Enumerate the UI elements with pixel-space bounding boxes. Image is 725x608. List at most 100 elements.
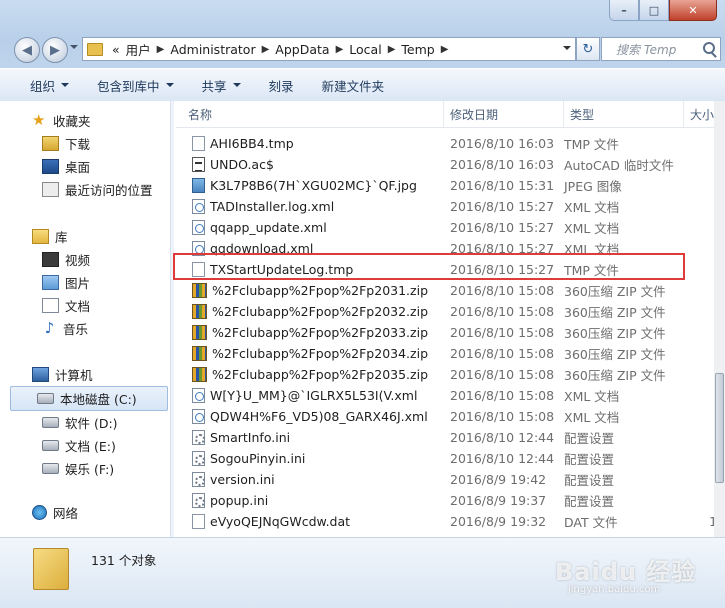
file-type: 配置设置 [564, 494, 615, 509]
nav-favorites[interactable]: ★ 收藏夹 [10, 109, 168, 132]
nav-item-downloads[interactable]: 下载 [10, 132, 168, 155]
file-name-cell: SogouPinyin.ini [176, 451, 444, 466]
file-date: 2016/8/9 19:32 [450, 514, 547, 529]
file-row[interactable]: K3L7P8B6(7H`XGU02MC}`QF.jpg 2016/8/10 15:… [176, 175, 725, 196]
nav-computer-label: 计算机 [55, 368, 93, 383]
file-date: 2016/8/10 15:08 [450, 325, 555, 340]
network-group: 网络 [10, 501, 168, 524]
scrollbar-thumb[interactable] [715, 373, 724, 483]
nav-item-music[interactable]: ♪ 音乐 [10, 317, 168, 340]
file-row[interactable]: %2Fclubapp%2Fpop%2Fp2034.zip 2016/8/10 15… [176, 343, 725, 364]
breadcrumb-users[interactable]: 用户 [123, 40, 154, 59]
file-row[interactable]: AHI6BB4.tmp 2016/8/10 16:03 TMP 文件 [176, 133, 725, 154]
file-row[interactable]: SmartInfo.ini 2016/8/10 12:44 配置设置 [176, 427, 725, 448]
breadcrumb-separator-icon[interactable]: ▶ [333, 44, 347, 55]
star-icon: ★ [32, 111, 46, 129]
address-history-dropdown[interactable] [563, 46, 571, 50]
file-type: 配置设置 [564, 473, 615, 488]
nav-item-documents[interactable]: 文档 [10, 294, 168, 317]
xml-file-icon [192, 388, 205, 403]
ini-file-icon [192, 430, 205, 445]
file-row[interactable]: UNDO.ac$ 2016/8/10 16:03 AutoCAD 临时文件 [176, 154, 725, 175]
organize-menu[interactable]: 组织 [0, 76, 83, 95]
documents-icon [42, 298, 59, 313]
nav-item-videos[interactable]: 视频 [10, 248, 168, 271]
file-date: 2016/8/9 19:37 [450, 493, 547, 508]
file-row[interactable]: version.ini 2016/8/9 19:42 配置设置 [176, 469, 725, 490]
nav-item-pictures[interactable]: 图片 [10, 271, 168, 294]
include-in-library-menu[interactable]: 包含到库中 [83, 76, 188, 95]
file-row[interactable]: %2Fclubapp%2Fpop%2Fp2032.zip 2016/8/10 15… [176, 301, 725, 322]
search-input[interactable]: 搜索 Temp [601, 37, 721, 61]
close-button[interactable]: ✕ [669, 0, 717, 21]
explorer-window: – □ ✕ ◀ ▶ « 用户 ▶ Administrator ▶ AppData… [0, 0, 725, 608]
computer-icon [32, 367, 49, 382]
file-row[interactable]: %2Fclubapp%2Fpop%2Fp2031.zip 2016/8/10 15… [176, 280, 725, 301]
burn-button[interactable]: 刻录 [255, 76, 308, 95]
zip-file-icon [192, 325, 207, 340]
share-label: 共享 [201, 78, 227, 94]
recent-pages-dropdown[interactable] [70, 45, 78, 49]
column-header-name[interactable]: 名称 [176, 101, 444, 127]
zip-file-icon [192, 304, 207, 319]
nav-item-label: 娱乐 (F:) [65, 462, 115, 477]
file-row[interactable]: popup.ini 2016/8/9 19:37 配置设置 [176, 490, 725, 511]
nav-libraries[interactable]: 库 [10, 225, 168, 248]
file-row[interactable]: qqapp_update.xml 2016/8/10 15:27 XML 文档 [176, 217, 725, 238]
file-row[interactable]: TADInstaller.log.xml 2016/8/10 15:27 XML 文… [176, 196, 725, 217]
file-name-cell: QDW4H%F6_VD5)08_GARX46J.xml [176, 409, 444, 424]
breadcrumb-local[interactable]: Local [346, 42, 384, 57]
file-type: TMP 文件 [564, 137, 619, 152]
nav-item-drive-c[interactable]: 本地磁盘 (C:) [10, 386, 168, 411]
file-row[interactable]: QDW4H%F6_VD5)08_GARX46J.xml 2016/8/10 15:… [176, 406, 725, 427]
breadcrumb-separator-icon[interactable]: ▶ [259, 44, 273, 55]
file-name-cell: K3L7P8B6(7H`XGU02MC}`QF.jpg [176, 178, 444, 193]
file-row[interactable]: %2Fclubapp%2Fpop%2Fp2035.zip 2016/8/10 15… [176, 364, 725, 385]
column-header-type[interactable]: 类型 [564, 101, 684, 127]
address-bar[interactable]: « 用户 ▶ Administrator ▶ AppData ▶ Local ▶… [82, 37, 576, 61]
vertical-scrollbar[interactable] [714, 101, 725, 537]
nav-network[interactable]: 网络 [10, 501, 168, 524]
pane-splitter[interactable] [170, 101, 174, 537]
breadcrumb-separator-icon[interactable]: ▶ [154, 44, 168, 55]
file-date: 2016/8/9 19:42 [450, 472, 547, 487]
minimize-button[interactable]: – [609, 0, 639, 21]
drive-icon [42, 463, 59, 474]
forward-button[interactable]: ▶ [42, 37, 68, 63]
file-date: 2016/8/10 15:08 [450, 346, 555, 361]
file-type: 360压缩 ZIP 文件 [564, 326, 666, 341]
breadcrumb-overflow[interactable]: « [109, 42, 123, 57]
breadcrumb-separator-icon[interactable]: ▶ [438, 44, 452, 55]
breadcrumb-temp[interactable]: Temp [398, 42, 437, 57]
share-menu[interactable]: 共享 [188, 76, 255, 95]
file-date: 2016/8/10 15:08 [450, 409, 555, 424]
file-date: 2016/8/10 15:27 [450, 199, 555, 214]
refresh-button[interactable]: ↻ [576, 37, 600, 61]
file-name-cell: W[Y}U_MM}@`IGLRX5L53I(V.xml [176, 388, 444, 403]
file-date: 2016/8/10 15:08 [450, 304, 555, 319]
file-row[interactable]: SogouPinyin.ini 2016/8/10 12:44 配置设置 [176, 448, 725, 469]
nav-item-drive-f[interactable]: 娱乐 (F:) [10, 457, 168, 480]
file-row[interactable]: eVyoQEJNqGWcdw.dat2016/8/9 19:32DAT 文件14 [176, 511, 725, 532]
breadcrumb-separator-icon[interactable]: ▶ [385, 44, 399, 55]
file-row[interactable]: %2Fclubapp%2Fpop%2Fp2033.zip 2016/8/10 15… [176, 322, 725, 343]
nav-item-drive-e[interactable]: 文档 (E:) [10, 434, 168, 457]
video-icon [42, 252, 59, 267]
breadcrumb-appdata[interactable]: AppData [272, 42, 332, 57]
file-name-cell: AHI6BB4.tmp [176, 136, 444, 151]
nav-computer[interactable]: 计算机 [10, 363, 168, 386]
blank-file-icon [192, 136, 205, 151]
breadcrumb-administrator[interactable]: Administrator [167, 42, 258, 57]
xml-file-icon [192, 409, 205, 424]
nav-item-recent-places[interactable]: 最近访问的位置 [10, 178, 168, 201]
file-list: 名称 修改日期 类型 大小 AHI6BB4.tmp 2016/8/10 16:03… [176, 101, 725, 537]
file-row[interactable]: W[Y}U_MM}@`IGLRX5L53I(V.xml 2016/8/10 15:… [176, 385, 725, 406]
column-header-date[interactable]: 修改日期 [444, 101, 564, 127]
new-folder-button[interactable]: 新建文件夹 [308, 76, 399, 95]
back-button[interactable]: ◀ [14, 37, 40, 63]
nav-item-label: 音乐 [63, 322, 89, 337]
nav-item-drive-d[interactable]: 软件 (D:) [10, 411, 168, 434]
breadcrumb: « 用户 ▶ Administrator ▶ AppData ▶ Local ▶… [83, 40, 451, 59]
maximize-button[interactable]: □ [639, 0, 669, 21]
nav-item-desktop[interactable]: 桌面 [10, 155, 168, 178]
